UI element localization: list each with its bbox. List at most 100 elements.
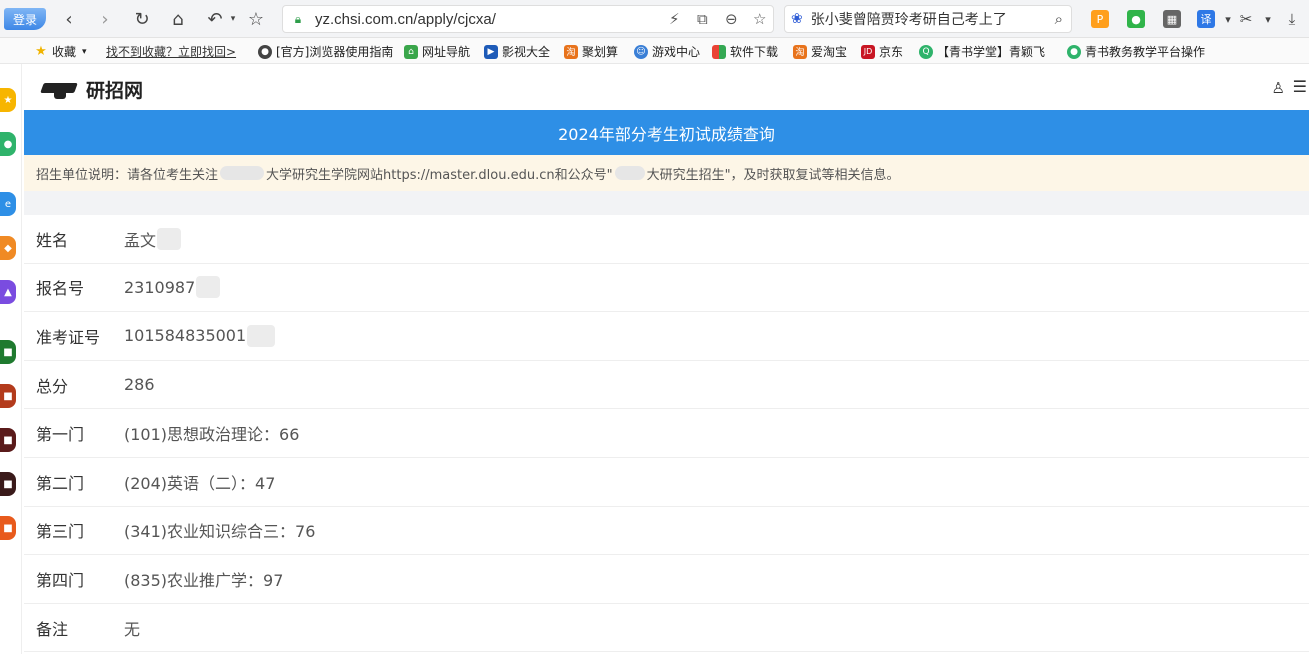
section-divider: [24, 191, 1309, 215]
bookmark-star-icon[interactable]: ☆: [753, 10, 766, 28]
search-box[interactable]: ❀ 张小斐曾陪贾玲考研自己考上了 ⌕: [784, 5, 1072, 33]
lightning-icon[interactable]: ⚡︎: [669, 10, 680, 28]
sidebar-game-icon[interactable]: ■: [0, 516, 16, 540]
star-icon: ★: [35, 44, 47, 59]
sidebar-game-icon[interactable]: ■: [0, 428, 16, 452]
bookmark-favorites[interactable]: ★ 收藏 ▾: [34, 43, 87, 60]
graduation-cap-icon: [40, 79, 80, 101]
bookmark-label: 游戏中心: [652, 45, 701, 59]
bookmark-item[interactable]: 淘 爱淘宝: [793, 43, 847, 60]
row-value: 无: [124, 619, 141, 639]
row-label: 总分: [36, 376, 69, 396]
bookmark-find-link[interactable]: 找不到收藏？立即找回>: [106, 43, 236, 60]
favorites-star-list-icon[interactable]: ☆: [245, 8, 267, 30]
bookmark-item[interactable]: 淘 聚划算: [564, 43, 618, 60]
bookmark-item[interactable]: ● 青书教务教学平台操作: [1067, 43, 1205, 60]
baidu-paw-icon: ❀: [791, 11, 803, 27]
bookmark-label: 软件下载: [730, 45, 779, 59]
address-url[interactable]: yz.chsi.com.cn/apply/cjcxa/: [315, 11, 496, 28]
bookmark-item[interactable]: ● [官方]浏览器使用指南: [258, 43, 393, 60]
sidebar-wechat-icon[interactable]: ●: [0, 132, 16, 156]
wechat-icon: ●: [1067, 44, 1081, 59]
sidebar-ie-icon[interactable]: e: [0, 192, 16, 216]
screenshot-icon[interactable]: ⧉: [697, 10, 708, 28]
download-icon[interactable]: ⤓: [1283, 10, 1301, 28]
score-table: 姓名 孟文 报名号 2310987 准考证号 101584835001 总分 2…: [24, 215, 1309, 653]
redacted-text: [247, 324, 276, 347]
forward-icon[interactable]: ›: [94, 8, 116, 30]
table-row: 第四门 (835)农业推广学：97: [24, 555, 1309, 604]
back-icon[interactable]: ‹: [58, 8, 80, 30]
site-logo[interactable]: 研招网: [40, 76, 143, 103]
notice-middle: 大学研究生学院网站https://master.dlou.edu.cn和公众号": [266, 167, 613, 183]
table-row: 备注 无: [24, 604, 1309, 653]
home-icon[interactable]: ⌂: [167, 8, 189, 30]
row-label: 备注: [36, 619, 69, 639]
taobao-icon: 淘: [564, 44, 578, 59]
row-label: 姓名: [36, 230, 69, 250]
scissors-dropdown-icon[interactable]: ▾: [1259, 10, 1277, 28]
menu-icon[interactable]: ☰: [1293, 77, 1307, 96]
row-value: (101)思想政治理论：66: [124, 425, 300, 445]
sidebar-game-icon[interactable]: ■: [0, 472, 16, 496]
extension-p-icon[interactable]: P: [1091, 10, 1109, 28]
sidebar-game-icon[interactable]: ▲: [0, 280, 16, 304]
bookmark-label: 网址导航: [422, 45, 471, 59]
user-icon[interactable]: ♙: [1272, 79, 1285, 97]
bookmark-item[interactable]: JD 京东: [861, 43, 903, 60]
navigation-icon: ⌂: [404, 44, 418, 59]
notice-prefix: 招生单位说明：请各位考生关注: [36, 167, 219, 183]
row-value: (204)英语（二）：47: [124, 473, 276, 493]
software-icon: [712, 44, 726, 59]
bookmark-item[interactable]: 软件下载: [712, 43, 778, 60]
row-label: 报名号: [36, 279, 85, 299]
favorites-dropdown-icon[interactable]: ▾: [82, 47, 87, 57]
bookmark-label: [官方]浏览器使用指南: [276, 45, 394, 59]
undo-dropdown-icon[interactable]: ▾: [222, 8, 244, 30]
page-title: 2024年部分考生初试成绩查询: [24, 110, 1309, 155]
bookmark-item[interactable]: ☺ 游戏中心: [634, 43, 700, 60]
bookmark-item[interactable]: ⌂ 网址导航: [404, 43, 470, 60]
taobao-icon: 淘: [793, 44, 807, 59]
bookmark-label: 青书教务教学平台操作: [1085, 45, 1206, 59]
address-bar[interactable]: 🔒︎ yz.chsi.com.cn/apply/cjcxa/ ⚡︎ ⧉ ⊖ ☆: [282, 5, 774, 33]
site-name: 研招网: [86, 80, 144, 102]
translate-icon[interactable]: 译: [1197, 10, 1215, 28]
bookmark-item[interactable]: ▶ 影视大全: [484, 43, 550, 60]
redacted-text: [157, 227, 182, 250]
login-button[interactable]: 登录: [4, 8, 46, 30]
table-row: 第三门 (341)农业知识综合三：76: [24, 507, 1309, 556]
row-value: (341)农业知识综合三：76: [124, 522, 316, 542]
sidebar-game-icon[interactable]: ■: [0, 340, 16, 364]
bookmark-label: 京东: [879, 45, 904, 59]
redacted-text: [614, 166, 645, 180]
row-value: (835)农业推广学：97: [124, 570, 284, 590]
translate-dropdown-icon[interactable]: ▾: [1219, 10, 1237, 28]
row-label: 第三门: [36, 522, 85, 542]
video-icon: ▶: [484, 44, 498, 59]
admission-notice: 招生单位说明：请各位考生关注 大学研究生学院网站https://master.d…: [24, 155, 1309, 191]
row-label: 第一门: [36, 425, 85, 445]
scissors-icon[interactable]: ✂: [1237, 10, 1255, 28]
sidebar-app-icon[interactable]: ◆: [0, 236, 16, 260]
table-row: 总分 286: [24, 361, 1309, 410]
row-label: 第四门: [36, 570, 85, 590]
row-label: 准考证号: [36, 327, 101, 347]
search-input[interactable]: 张小斐曾陪贾玲考研自己考上了: [811, 9, 1007, 29]
bookmark-item[interactable]: Q 【青书学堂】青颖飞: [919, 43, 1045, 60]
apps-grid-icon[interactable]: ▦: [1163, 10, 1181, 28]
refresh-icon[interactable]: ↻: [131, 8, 153, 30]
qingshu-icon: Q: [919, 44, 933, 59]
sidebar-game-icon[interactable]: ■: [0, 384, 16, 408]
game-icon: ☺: [634, 44, 648, 59]
extension-wechat-icon[interactable]: ●: [1127, 10, 1145, 28]
search-icon[interactable]: ⌕: [1055, 10, 1063, 28]
zoom-icon[interactable]: ⊖: [725, 10, 738, 28]
table-row: 报名号 2310987: [24, 264, 1309, 313]
site-header: 研招网 ♙ ☰: [24, 66, 1309, 110]
sidebar-star-icon[interactable]: ★: [0, 88, 16, 112]
row-value: 286: [124, 375, 155, 395]
bookmark-label: 影视大全: [502, 45, 551, 59]
table-row: 姓名 孟文: [24, 215, 1309, 264]
bookmarks-bar: ★ 收藏 ▾ 找不到收藏？立即找回> ● [官方]浏览器使用指南 ⌂ 网址导航 …: [0, 38, 1309, 64]
